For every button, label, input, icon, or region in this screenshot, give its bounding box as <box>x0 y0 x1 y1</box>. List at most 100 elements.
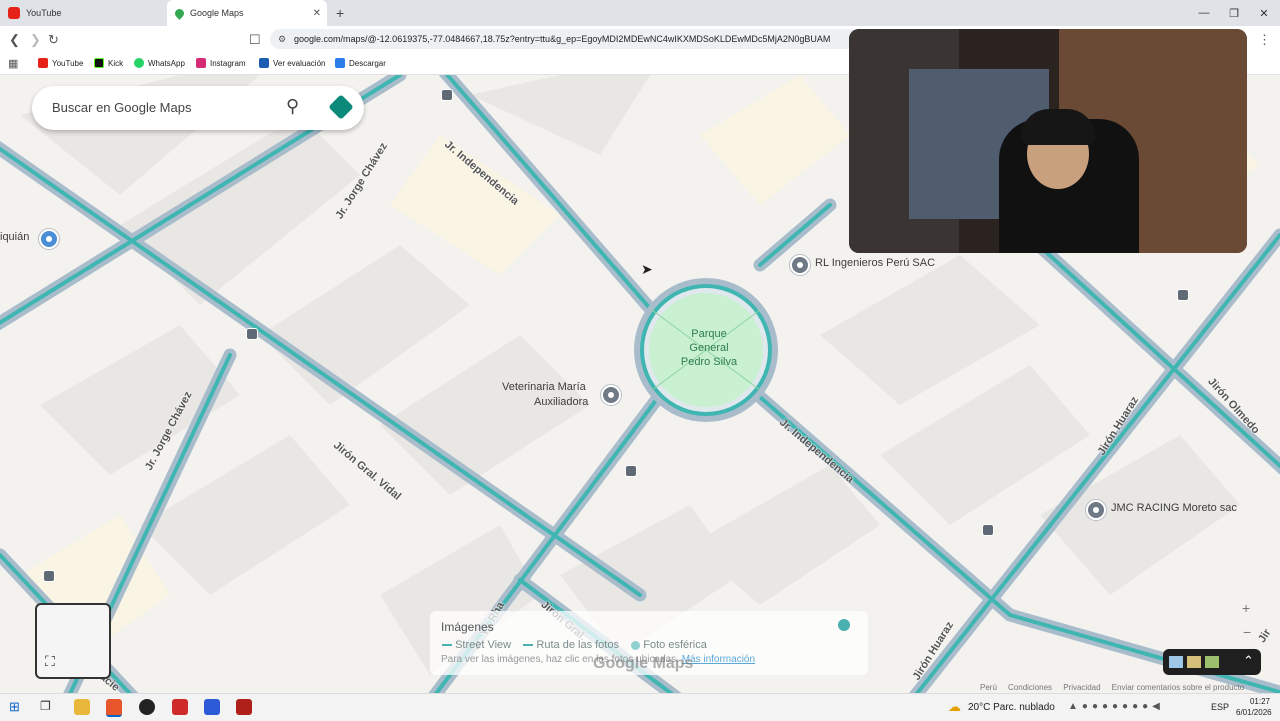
tab-youtube[interactable]: YouTube <box>0 0 165 26</box>
tray-icons[interactable]: ▲●●●●●●●◀ <box>1068 701 1164 712</box>
site-info-icon[interactable]: ⚙ <box>278 29 286 49</box>
imagery-panel: Imágenes Street View Ruta de las fotos F… <box>430 611 868 675</box>
place-label[interactable]: RL Ingenieros Perú SAC <box>815 257 935 269</box>
app-icon[interactable] <box>236 699 252 715</box>
zoom-in-icon[interactable]: + <box>1242 600 1250 616</box>
park-label[interactable]: Parque General Pedro Silva <box>670 327 748 369</box>
google-maps-watermark: Google Maps <box>593 655 694 672</box>
shopping-pin-icon[interactable] <box>39 229 59 249</box>
app-icon[interactable] <box>172 699 188 715</box>
directions-icon[interactable] <box>328 94 354 120</box>
weather-text[interactable]: 20°C Parc. nublado <box>968 702 1055 713</box>
bus-stop-icon[interactable] <box>625 465 637 477</box>
bookmark-youtube[interactable]: YouTube <box>38 56 83 70</box>
search-box[interactable]: Buscar en Google Maps ⚲ <box>32 86 364 130</box>
tab-label: YouTube <box>26 8 62 18</box>
youtube-icon <box>8 7 20 19</box>
layer-thumb-icon[interactable] <box>1205 656 1219 668</box>
search-icon[interactable]: ⚲ <box>286 96 299 117</box>
zoom-out-icon[interactable]: − <box>1243 624 1251 640</box>
place-label[interactable]: Auxiliadora <box>534 396 588 408</box>
bus-stop-icon[interactable] <box>43 570 55 582</box>
bus-stop-icon[interactable] <box>982 524 994 536</box>
kick-icon <box>94 58 104 68</box>
weather-icon[interactable]: ☁ <box>948 699 961 715</box>
bookmark-label: Descargar <box>349 58 386 68</box>
legend-item: Foto esférica <box>643 639 707 651</box>
layer-switcher[interactable]: ⌃ <box>1163 649 1261 675</box>
bus-stop-icon[interactable] <box>246 328 258 340</box>
footer-link[interactable]: Privacidad <box>1063 683 1100 692</box>
tab-bar: YouTube Google Maps ✕ + — ❐ ✕ <box>0 0 1280 26</box>
footer-link[interactable]: Perú <box>980 683 997 692</box>
legend-item: Street View <box>455 639 512 651</box>
footer-link[interactable]: Condiciones <box>1008 683 1052 692</box>
webcam-overlay <box>849 29 1247 253</box>
language-indicator[interactable]: ESP <box>1211 702 1229 712</box>
park-label-line: Parque <box>691 328 727 340</box>
bookmark-label: Kick <box>108 58 124 68</box>
maps-pin-icon <box>173 6 186 20</box>
bookmark-whatsapp[interactable]: WhatsApp <box>134 56 185 70</box>
place-label[interactable]: JMC RACING Moreto sac <box>1111 502 1237 514</box>
url-text: google.com/maps/@-12.0619375,-77.0484667… <box>294 34 831 44</box>
legend-item: Ruta de las fotos <box>536 639 619 651</box>
imagery-title: Imágenes <box>441 620 494 634</box>
restore-icon[interactable]: ❐ <box>1218 0 1250 26</box>
address-bar[interactable]: ⚙ google.com/maps/@-12.0619375,-77.04846… <box>270 29 860 49</box>
fullscreen-icon[interactable]: ⛶ <box>45 653 55 670</box>
brave-icon[interactable] <box>106 699 122 717</box>
close-tab-icon[interactable]: ✕ <box>313 8 321 19</box>
place-label[interactable]: iquián <box>0 231 29 243</box>
app-icon[interactable] <box>204 699 220 715</box>
layer-thumb-icon[interactable] <box>1187 656 1201 668</box>
legend-dot-icon <box>631 640 641 650</box>
layer-thumb-icon[interactable] <box>1169 656 1183 668</box>
windows-taskbar: ⊞ ❐ ☁ 20°C Parc. nublado ▲●●●●●●●◀ ESP 0… <box>0 693 1280 721</box>
park-label-line: General <box>689 342 729 354</box>
bookmark-ver-evaluacion[interactable]: Ver evaluación <box>259 56 325 70</box>
clock[interactable]: 01:27 6/01/2026 <box>1236 696 1272 718</box>
reload-icon[interactable]: ↻ <box>48 32 59 48</box>
place-label[interactable]: Veterinaria María <box>502 381 586 393</box>
bookmark-label: WhatsApp <box>148 58 185 68</box>
webcam-hair <box>1021 109 1095 145</box>
legend-dash-icon <box>523 644 534 647</box>
map-footer: Perú Condiciones Privacidad Enviar comen… <box>980 683 1244 692</box>
apps-grid-icon[interactable]: ▦ <box>8 56 18 70</box>
place-pin-icon[interactable] <box>601 385 621 405</box>
new-tab-button[interactable]: + <box>336 5 344 21</box>
bookmark-descargar[interactable]: Descargar <box>335 56 386 70</box>
place-pin-icon[interactable] <box>1086 500 1106 520</box>
back-icon[interactable]: ❮ <box>9 32 20 48</box>
close-panel-icon[interactable] <box>838 619 850 631</box>
bus-stop-icon[interactable] <box>1177 289 1189 301</box>
bookmark-kick[interactable]: Kick <box>94 56 123 70</box>
minimize-icon[interactable]: — <box>1188 0 1220 26</box>
clock-time: 01:27 <box>1249 697 1270 706</box>
clock-date: 6/01/2026 <box>1236 708 1272 717</box>
download-icon <box>335 58 345 68</box>
forward-icon[interactable]: ❯ <box>30 32 41 48</box>
place-pin-icon[interactable] <box>790 255 810 275</box>
close-window-icon[interactable]: ✕ <box>1248 0 1280 26</box>
youtube-icon <box>38 58 48 68</box>
mouse-cursor-icon: ➤ <box>641 261 653 277</box>
file-explorer-icon[interactable] <box>74 699 90 715</box>
bus-stop-icon[interactable] <box>441 89 453 101</box>
doc-icon <box>259 58 269 68</box>
windows-start-icon[interactable]: ⊞ <box>9 699 25 715</box>
search-input[interactable]: Buscar en Google Maps <box>52 100 191 115</box>
instagram-icon <box>196 58 206 68</box>
bookmark-icon[interactable]: ☐ <box>249 32 261 48</box>
expand-up-icon[interactable]: ⌃ <box>1243 653 1254 669</box>
bookmark-instagram[interactable]: Instagram <box>196 56 246 70</box>
layers-thumbnail[interactable]: ⛶ <box>35 603 111 679</box>
tab-google-maps[interactable]: Google Maps ✕ <box>167 0 327 26</box>
obs-icon[interactable] <box>139 699 155 715</box>
task-view-icon[interactable]: ❐ <box>40 699 56 715</box>
legend-line-icon <box>442 644 452 647</box>
imagery-legend: Street View Ruta de las fotos Foto esfér… <box>442 639 707 651</box>
footer-link[interactable]: Enviar comentarios sobre el producto <box>1112 683 1245 692</box>
menu-icon[interactable]: ⋮ <box>1258 32 1271 48</box>
